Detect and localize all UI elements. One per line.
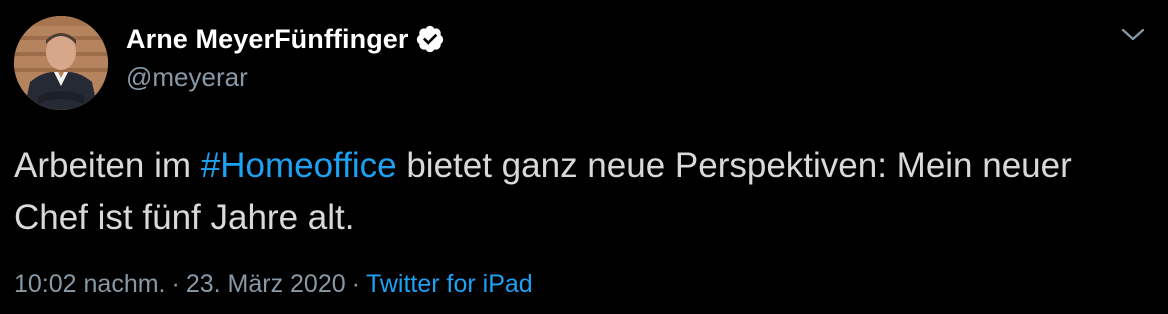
author-handle[interactable]: @meyerar xyxy=(126,62,248,93)
tweet-meta: 10:02 nachm. · 23. März 2020 · Twitter for i… xyxy=(14,270,533,299)
avatar-image xyxy=(14,16,108,110)
tweet-card: Arne MeyerFünffinger @meyerar Arbeiten i… xyxy=(0,0,1168,314)
tweet-source-link[interactable]: Twitter for iPad xyxy=(366,270,533,298)
hashtag-link[interactable]: #Homeoffice xyxy=(201,146,397,185)
meta-separator: · xyxy=(171,270,180,298)
author-display-name[interactable]: Arne MeyerFünffinger xyxy=(126,24,409,55)
verified-badge-icon xyxy=(415,24,445,54)
tweet-text-before: Arbeiten im xyxy=(14,146,201,185)
avatar[interactable] xyxy=(14,16,108,110)
author-name-row[interactable]: Arne MeyerFünffinger xyxy=(126,22,445,56)
chevron-down-icon[interactable] xyxy=(1118,22,1148,48)
tweet-text: Arbeiten im #Homeoffice bietet ganz neue… xyxy=(14,140,1144,244)
tweet-date[interactable]: 23. März 2020 xyxy=(186,270,346,298)
tweet-time[interactable]: 10:02 nachm. xyxy=(14,270,166,298)
meta-separator-2: · xyxy=(351,270,360,298)
